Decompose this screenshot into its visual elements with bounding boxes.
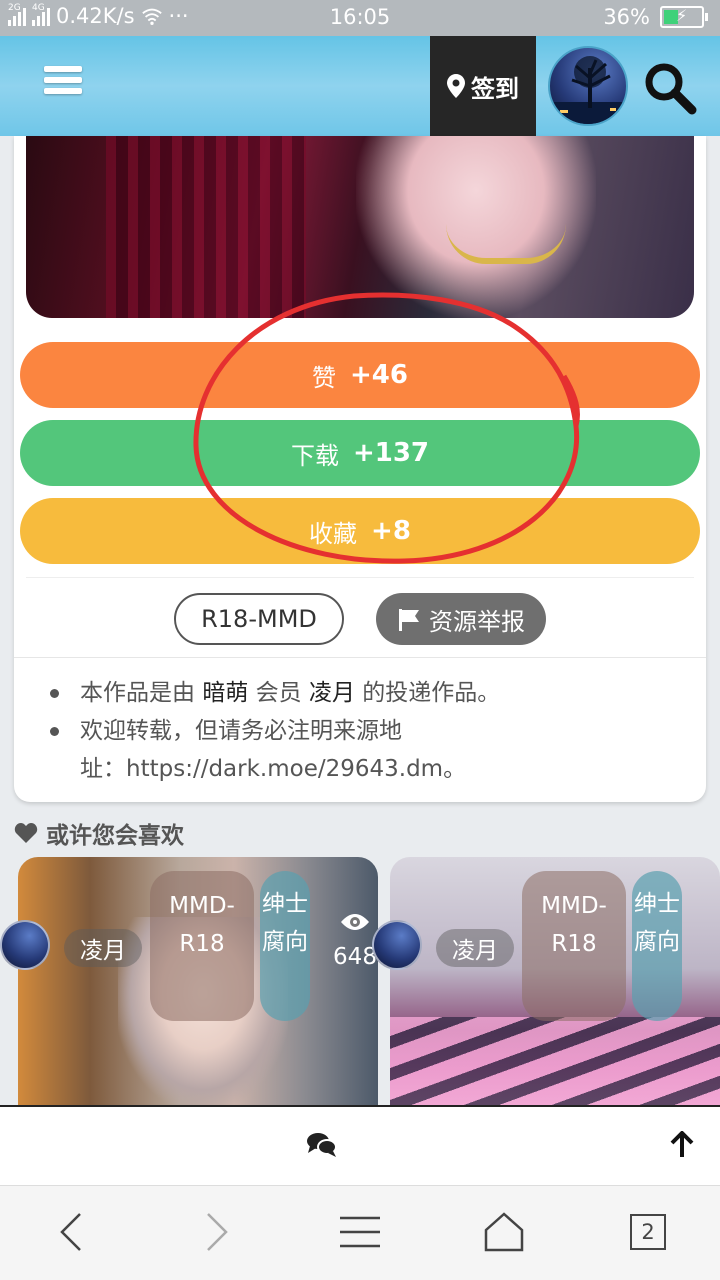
work-info: 本作品是由 暗萌 会员 凌月 的投递作品。 欢迎转载，但请务必注明来源地 址：h… (50, 674, 670, 788)
checkin-label: 签到 (471, 74, 519, 103)
info-line: 本作品是由 暗萌 会员 凌月 的投递作品。 (50, 674, 670, 712)
flag-icon (399, 609, 419, 631)
category-badge: MMD-R18 (150, 871, 254, 1021)
author-name[interactable]: 凌月 (64, 929, 142, 967)
menu-icon[interactable] (44, 66, 82, 100)
category-badge: MMD-R18 (522, 871, 626, 1021)
comments-icon[interactable] (306, 1131, 338, 1159)
category-tag[interactable]: R18-MMD (174, 593, 344, 645)
site-link[interactable]: 暗萌 (202, 680, 248, 706)
annotation-circle (193, 292, 580, 564)
heart-icon (14, 823, 38, 843)
avatar[interactable] (548, 46, 628, 126)
search-icon[interactable] (640, 58, 700, 118)
battery-percent: 36% (603, 5, 650, 29)
bottom-toolbar (0, 1105, 720, 1185)
back-to-top-icon[interactable] (668, 1131, 696, 1159)
status-bar: 2G 4G 0.42K/s ··· 16:05 36% ⚡ (0, 0, 720, 36)
report-label: 资源举报 (429, 607, 525, 636)
eye-icon (341, 914, 369, 930)
divider (14, 657, 706, 658)
checkin-button[interactable]: 签到 (430, 36, 536, 136)
avatar[interactable] (0, 920, 50, 970)
home-icon[interactable] (482, 1210, 526, 1254)
battery-icon: ⚡ (660, 6, 708, 28)
divider (26, 577, 694, 578)
app-header: 签到 (0, 36, 720, 136)
section-title: 或许您会喜欢 (14, 816, 184, 850)
tag-badge: 绅士腐向 (632, 871, 682, 1021)
work-card: 赞 +46 下载 +137 收藏 +8 R18-MMD 资源举报 本作品是由 暗… (14, 136, 706, 802)
info-line: 欢迎转载，但请务必注明来源地 址：https://dark.moe/29643.… (50, 712, 670, 788)
avatar[interactable] (372, 920, 422, 970)
source-url: 址：https://dark.moe/29643.dm。 (80, 756, 467, 782)
location-pin-icon (447, 74, 465, 98)
author-name[interactable]: 凌月 (436, 929, 514, 967)
back-icon[interactable] (50, 1210, 94, 1254)
browser-navbar: 2 (0, 1185, 720, 1280)
menu-icon[interactable] (338, 1210, 382, 1254)
author-link[interactable]: 凌月 (309, 680, 355, 706)
tag-badge: 绅士腐向 (260, 871, 310, 1021)
forward-icon[interactable] (194, 1210, 238, 1254)
tab-count[interactable]: 2 (630, 1214, 666, 1250)
report-button[interactable]: 资源举报 (376, 593, 546, 645)
